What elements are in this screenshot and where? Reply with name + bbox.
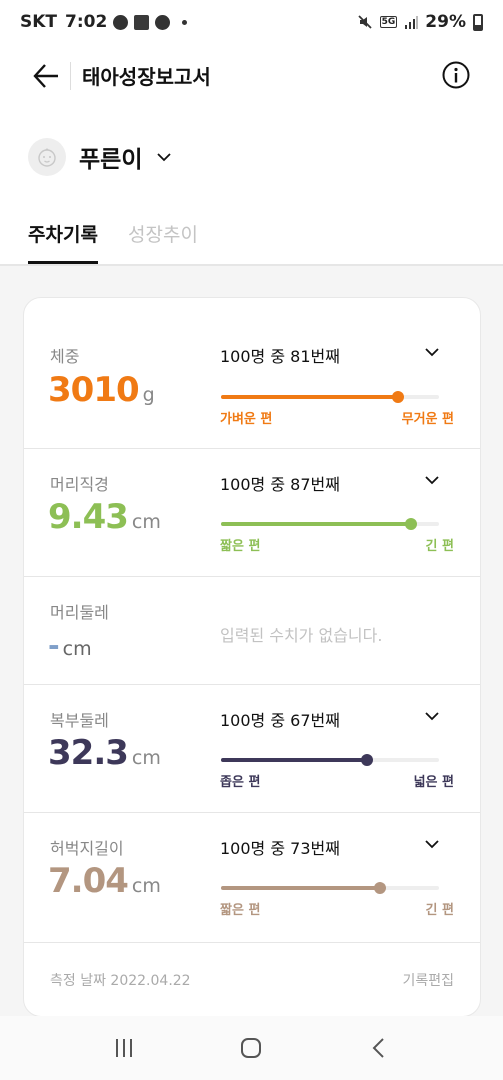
status-bar: SKT 7:02 5G 29% bbox=[0, 0, 503, 44]
page-title: 태아성장보고서 bbox=[82, 65, 211, 89]
percentile-fill bbox=[221, 395, 398, 399]
home-icon bbox=[241, 1038, 262, 1058]
metric-value: 32.3 cm bbox=[48, 733, 161, 773]
chevron-down-icon[interactable] bbox=[424, 347, 440, 357]
metric-row-head-diameter: 머리직경 9.43 cm 100명 중 87번째 짧은 편 긴 편 bbox=[24, 449, 480, 577]
metric-label: 허벅지길이 bbox=[50, 839, 124, 858]
more-notifications-icon bbox=[182, 19, 188, 25]
rank-text: 100명 중 87번째 bbox=[220, 475, 340, 494]
metric-value: 3010 g bbox=[48, 370, 155, 410]
rank-text: 100명 중 81번째 bbox=[220, 347, 340, 366]
percentile-knob bbox=[404, 518, 417, 530]
percentile-fill bbox=[221, 758, 368, 762]
measurement-date: 측정 날짜 2022.04.22 bbox=[50, 973, 191, 989]
metric-value: - cm bbox=[48, 629, 92, 662]
percentile-bar bbox=[221, 882, 439, 894]
tab-growth-trend[interactable]: 성장추이 bbox=[128, 220, 198, 264]
scale-right-label: 긴 편 bbox=[425, 539, 454, 554]
profile-name: 푸른이 bbox=[79, 147, 143, 173]
scale-left-label: 짧은 편 bbox=[220, 539, 261, 554]
metric-row-head-circumference: 머리둘레 - cm 입력된 수치가 없습니다. bbox=[24, 577, 480, 685]
baby-profile-selector[interactable]: 푸른이 bbox=[28, 138, 172, 176]
app-notification-icon bbox=[155, 14, 171, 30]
talk-notification-icon bbox=[113, 14, 129, 30]
info-button[interactable] bbox=[441, 60, 471, 90]
scale-left-label: 짧은 편 bbox=[220, 903, 261, 918]
percentile-knob bbox=[361, 754, 374, 766]
percentile-fill bbox=[221, 522, 411, 526]
metric-label: 복부둘레 bbox=[50, 711, 109, 730]
metric-row-weight: 체중 3010 g 100명 중 81번째 가벼운 편 무거운 편 bbox=[24, 298, 480, 449]
back-button[interactable] bbox=[28, 58, 64, 94]
info-icon bbox=[442, 61, 470, 89]
clock: 7:02 bbox=[65, 12, 108, 32]
metric-value: 7.04 cm bbox=[48, 861, 161, 901]
chevron-down-icon[interactable] bbox=[424, 839, 440, 849]
rank-text: 100명 중 73번째 bbox=[220, 839, 340, 858]
metric-label: 머리직경 bbox=[50, 475, 109, 494]
tab-bar: 주차기록 성장추이 bbox=[0, 218, 503, 266]
carrier-label: SKT bbox=[20, 12, 58, 32]
scale-left-label: 가벼운 편 bbox=[220, 412, 273, 427]
scale-right-label: 무거운 편 bbox=[401, 412, 454, 427]
system-nav-bar bbox=[0, 1016, 503, 1080]
battery-icon bbox=[473, 13, 483, 31]
message-notification-icon bbox=[134, 14, 150, 30]
metric-row-femur-length: 허벅지길이 7.04 cm 100명 중 73번째 짧은 편 긴 편 bbox=[24, 813, 480, 943]
metric-row-abdominal-circumference: 복부둘레 32.3 cm 100명 중 67번째 좁은 편 넓은 편 bbox=[24, 685, 480, 813]
metric-label: 머리둘레 bbox=[50, 603, 109, 622]
scale-right-label: 넓은 편 bbox=[413, 775, 454, 790]
mute-icon bbox=[358, 15, 372, 29]
avatar bbox=[28, 138, 66, 176]
growth-record-card: 체중 3010 g 100명 중 81번째 가벼운 편 무거운 편 머리직경 9.… bbox=[23, 297, 481, 1017]
battery-percent: 29% bbox=[425, 12, 466, 32]
scale-left-label: 좁은 편 bbox=[220, 775, 261, 790]
percentile-bar bbox=[221, 391, 439, 403]
header-divider bbox=[70, 62, 71, 90]
metric-label: 체중 bbox=[50, 347, 80, 366]
tab-weekly-record[interactable]: 주차기록 bbox=[28, 220, 98, 264]
scale-right-label: 긴 편 bbox=[425, 903, 454, 918]
recent-apps-button[interactable] bbox=[104, 1028, 144, 1068]
chevron-left-icon bbox=[372, 1038, 384, 1058]
chevron-down-icon bbox=[157, 153, 172, 162]
home-button[interactable] bbox=[231, 1028, 271, 1068]
percentile-knob bbox=[374, 882, 387, 894]
baby-face-icon bbox=[38, 148, 56, 167]
metric-value: 9.43 cm bbox=[48, 497, 161, 537]
percentile-fill bbox=[221, 886, 381, 890]
chevron-down-icon[interactable] bbox=[424, 711, 440, 721]
percentile-bar bbox=[221, 518, 439, 530]
card-footer: 측정 날짜 2022.04.22 기록편집 bbox=[24, 943, 480, 1013]
signal-icon bbox=[405, 16, 419, 29]
rank-text: 100명 중 67번째 bbox=[220, 711, 340, 730]
recent-apps-icon bbox=[115, 1039, 132, 1057]
app-header: 태아성장보고서 bbox=[0, 48, 503, 104]
arrow-left-icon bbox=[33, 64, 58, 88]
empty-value-message: 입력된 수치가 없습니다. bbox=[220, 626, 383, 645]
edit-record-button[interactable]: 기록편집 bbox=[402, 970, 454, 990]
network-type: 5G bbox=[379, 16, 398, 28]
chevron-down-icon[interactable] bbox=[424, 475, 440, 485]
percentile-knob bbox=[391, 391, 404, 403]
percentile-bar bbox=[221, 754, 439, 766]
back-nav-button[interactable] bbox=[359, 1028, 399, 1068]
